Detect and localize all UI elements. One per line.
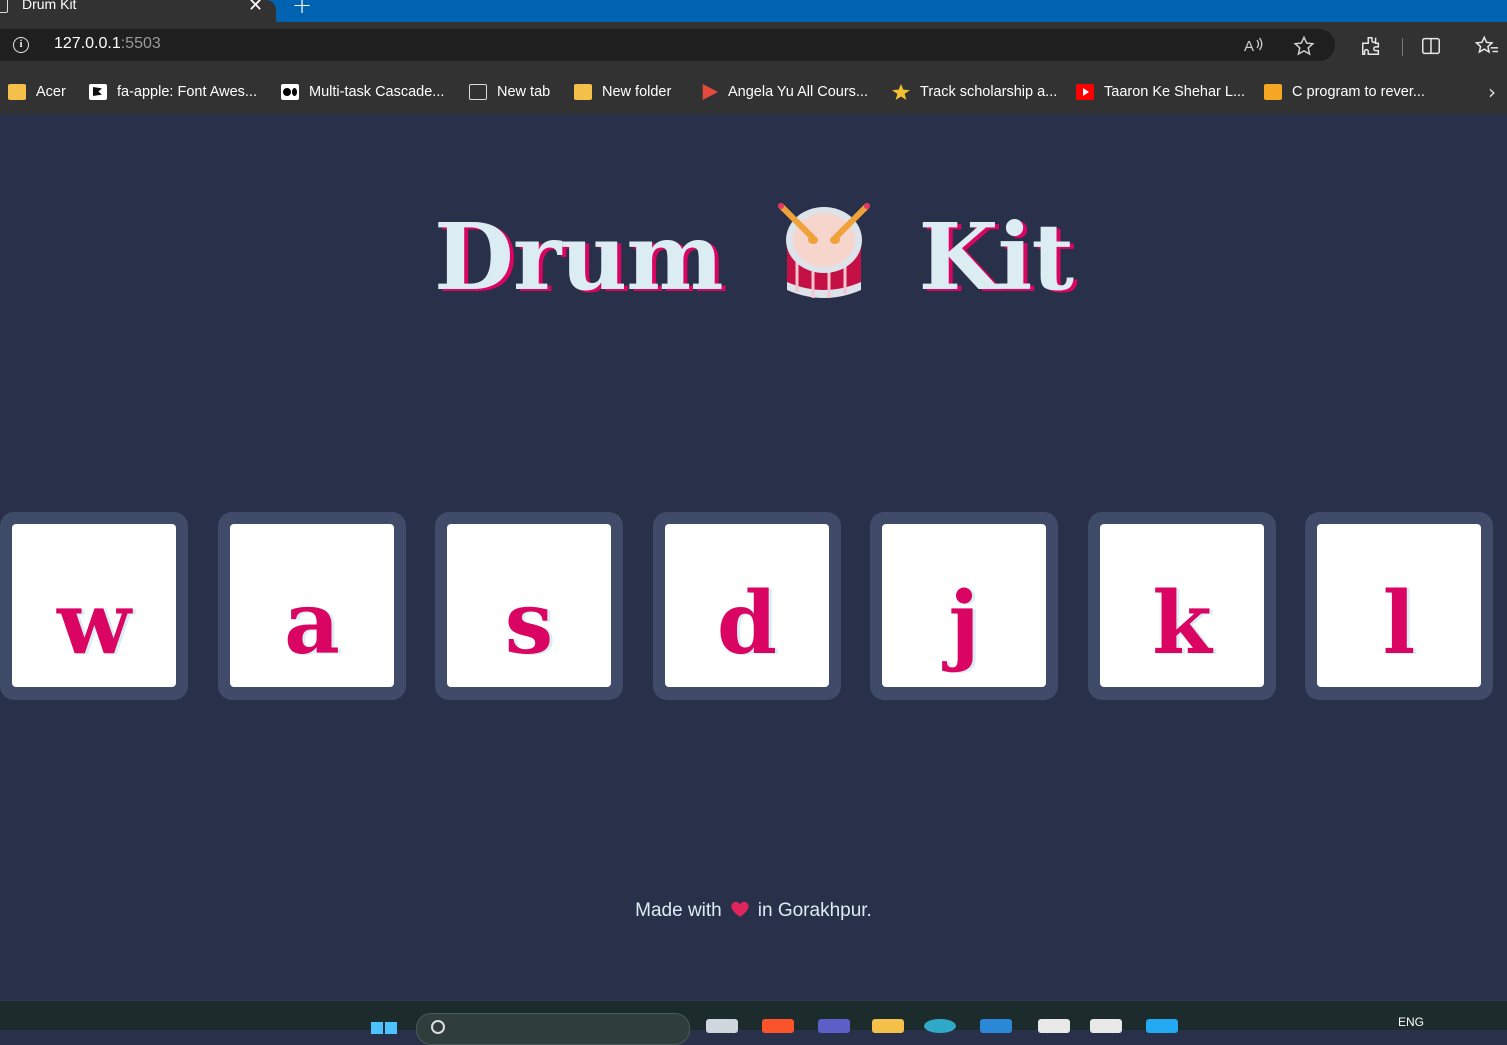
bookmark-multi-task[interactable]: Multi-task Cascade... [281,82,444,102]
key-letter: l [1382,573,1416,674]
page-icon [0,0,8,13]
key-face[interactable]: s [447,524,611,687]
help-icon[interactable] [1090,1019,1122,1033]
file-explorer-icon[interactable] [872,1019,904,1033]
drum-key-w[interactable]: w [0,512,188,700]
scholarship-icon [892,84,910,100]
c-program-icon [1264,84,1282,100]
bookmark-label: Angela Yu All Cours... [728,84,868,100]
vscode-icon[interactable] [1146,1019,1178,1033]
bookmark-label: Acer [36,84,66,100]
bookmark-label: Track scholarship a... [920,84,1058,100]
key-face[interactable]: j [882,524,1046,687]
bookmark-scholarship[interactable]: Track scholarship a... [892,82,1057,102]
close-tab-icon[interactable]: ✕ [248,0,263,16]
bookmark-fa-apple[interactable]: fa-apple: Font Awes... [89,82,257,102]
tab-strip: Drum Kit ✕ + [0,0,1507,22]
bookmark-label: New folder [602,84,672,100]
bookmark-acer[interactable]: Acer [8,82,66,102]
drum-key-k[interactable]: k [1088,512,1276,700]
bookmark-label: New tab [497,84,551,100]
url-host: 127.0.0.1 [54,35,121,52]
key-letter: d [716,573,778,674]
tab-title: Drum Kit [22,0,77,12]
drum-icon [777,203,870,298]
teams-icon[interactable] [818,1019,850,1033]
language-indicator[interactable]: ENG [1398,1015,1424,1029]
bookmark-new-tab[interactable]: New tab [469,82,550,102]
browser-tab[interactable]: Drum Kit ✕ [0,0,276,22]
bookmark-taaron[interactable]: Taaron Ke Shehar L... [1076,82,1245,102]
new-tab-icon [469,84,487,100]
taskbar-search[interactable] [416,1013,690,1045]
split-screen-icon[interactable] [1420,35,1442,62]
key-letter: w [56,573,132,674]
svg-text:A: A [1244,38,1254,55]
url-port: :5503 [120,35,161,52]
search-icon [431,1020,445,1034]
site-info-icon[interactable]: i [13,37,29,53]
edge-browser-icon[interactable] [924,1019,956,1033]
key-face[interactable]: l [1317,524,1481,687]
key-face[interactable]: w [12,524,176,687]
favorite-star-icon[interactable] [1293,35,1315,62]
title-drum: Drum [434,203,723,311]
page-content: Drum Kit w a s d j k l Made with in Gora… [0,114,1507,1000]
bookmark-angela-yu[interactable]: Angela Yu All Cours... [700,82,868,102]
title-kit: Kit [918,203,1074,311]
flag-icon [89,84,107,100]
key-letter: k [1152,573,1212,674]
bookmarks-bar: Acer fa-apple: Font Awes... Multi-task C… [0,68,1507,115]
footer-text-before: Made with [635,900,722,921]
medium-icon [281,84,299,100]
taskbar: ENG [0,1000,1507,1045]
key-letter: j [948,573,980,674]
read-aloud-icon[interactable]: A [1244,35,1266,60]
task-view-icon[interactable] [706,1019,738,1033]
bookmark-label: Taaron Ke Shehar L... [1104,84,1246,100]
navigation-bar: i 127.0.0.1:5503 A [0,22,1507,68]
bookmark-label: fa-apple: Font Awes... [117,84,257,100]
bookmark-new-folder[interactable]: New folder [574,82,671,102]
key-letter: s [504,573,554,674]
windows-start-icon[interactable] [371,1019,399,1034]
toolbar-divider [1402,38,1403,56]
bookmark-label: C program to rever... [1292,84,1425,100]
page-title: Drum Kit [0,202,1507,312]
address-bar[interactable]: i 127.0.0.1:5503 A [0,29,1335,61]
url-text[interactable]: 127.0.0.1:5503 [54,35,161,53]
key-letter: a [284,573,340,674]
drum-key-a[interactable]: a [218,512,406,700]
folder-icon [574,84,592,100]
drum-key-s[interactable]: s [435,512,623,700]
udemy-icon [702,84,718,100]
bookmark-label: Multi-task Cascade... [309,84,445,100]
drum-key-d[interactable]: d [653,512,841,700]
brave-browser-icon[interactable] [762,1019,794,1033]
folder-icon [8,84,26,100]
footer-text-after: in Gorakhpur. [757,900,872,921]
key-face[interactable]: d [665,524,829,687]
store-icon[interactable] [980,1019,1012,1033]
key-face[interactable]: a [230,524,394,687]
heart-icon [731,901,749,917]
favorites-icon[interactable] [1474,35,1499,62]
drum-key-l[interactable]: l [1305,512,1493,700]
drum-key-j[interactable]: j [870,512,1058,700]
notepad-icon[interactable] [1038,1019,1070,1033]
key-face[interactable]: k [1100,524,1264,687]
new-tab-button[interactable]: + [292,0,312,19]
extensions-icon[interactable] [1360,35,1382,62]
chevron-right-icon[interactable]: › [1488,80,1496,104]
youtube-icon [1076,84,1094,100]
bookmark-c-program[interactable]: C program to rever... [1264,82,1425,102]
footer: Made with in Gorakhpur. [0,900,1507,922]
drum-keys: w a s d j k l [0,512,1507,700]
